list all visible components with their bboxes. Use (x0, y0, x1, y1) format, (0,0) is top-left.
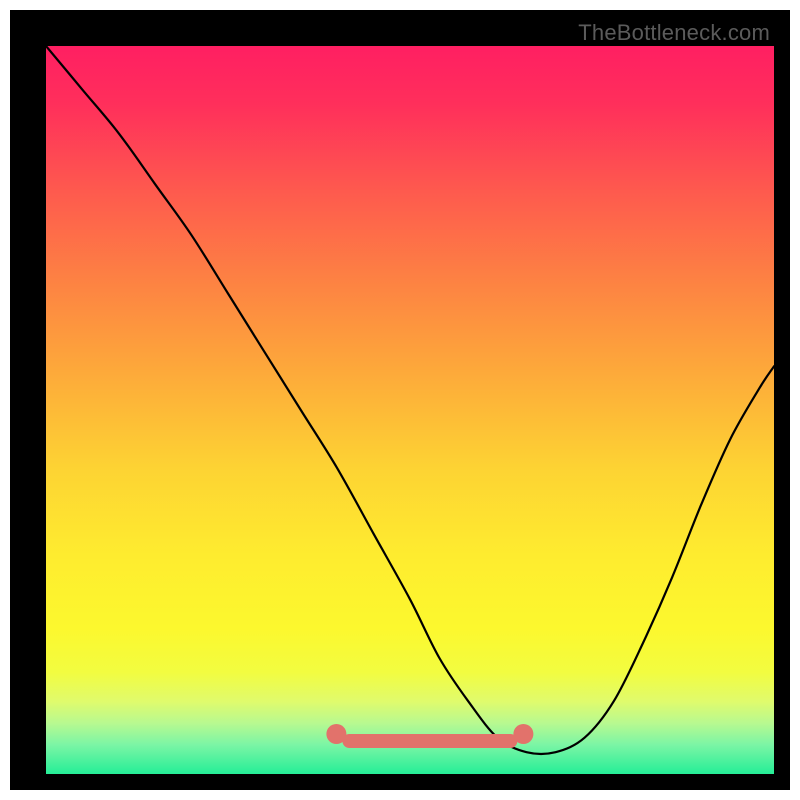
chart-frame: TheBottleneck.com (10, 10, 790, 790)
bottleneck-curve (46, 46, 774, 774)
watermark-label: TheBottleneck.com (578, 20, 770, 46)
chart-plot-area (46, 46, 774, 774)
canvas: TheBottleneck.com (0, 0, 800, 800)
